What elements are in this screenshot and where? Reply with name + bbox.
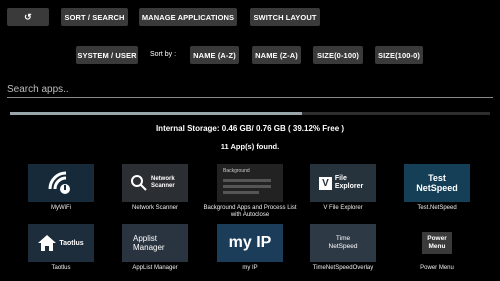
file-explorer-icon: V File Explorer — [310, 164, 376, 202]
storage-info: Internal Storage: 0.46 GB/ 0.76 GB ( 39.… — [155, 124, 345, 133]
sort-name-az-button[interactable]: NAME (A-Z) — [190, 46, 239, 64]
app-name: Network Scanner — [131, 205, 179, 211]
power-menu-icon: Power Menu — [404, 224, 470, 262]
app-name: V File Explorer — [323, 205, 363, 211]
app-name: my IP — [242, 265, 258, 271]
app-tile[interactable]: Network Scanner Network Scanner — [110, 164, 200, 220]
search-input[interactable] — [7, 82, 493, 98]
app-name: Taotlus — [51, 265, 71, 271]
background-apps-icon: Background — [217, 164, 283, 202]
storage-progress-fill — [10, 112, 303, 115]
icon-label: File Explorer — [334, 175, 364, 190]
app-tile[interactable]: Test NetSpeed Test.NetSpeed — [392, 164, 482, 220]
icon-label: Background — [223, 168, 250, 174]
app-tile[interactable]: Taotlus Taotlus — [16, 224, 106, 280]
icon-label: my IP — [228, 234, 272, 251]
app-name: MyWiFi — [51, 205, 71, 211]
sort-size-desc-button[interactable]: SIZE(100-0) — [375, 46, 423, 64]
v-logo: V — [319, 176, 332, 190]
app-name: Background Apps and Process List with Au… — [203, 205, 297, 218]
system-user-button[interactable]: SYSTEM / USER — [76, 46, 138, 64]
icon-list-line — [223, 185, 271, 188]
network-scanner-icon: Network Scanner — [122, 164, 188, 202]
icon-label: Applist Manager — [133, 234, 165, 252]
time-netspeed-icon: Time NetSpeed — [310, 224, 376, 262]
icon-list-line — [223, 191, 259, 194]
myip-icon: my IP — [217, 224, 283, 262]
icon-label: Taotlus — [59, 239, 84, 247]
wifi-icon — [28, 164, 94, 202]
app-tile[interactable]: Time NetSpeed TimeNetSpeedOverlay — [298, 224, 388, 280]
sort-by-label: Sort by : — [150, 51, 177, 58]
icon-label: Power Menu — [422, 232, 452, 254]
app-tile[interactable]: MyWiFi — [16, 164, 106, 220]
icon-label: Network Scanner — [151, 176, 175, 189]
netspeed-icon: Test NetSpeed — [404, 164, 470, 202]
sort-name-za-button[interactable]: NAME (Z-A) — [252, 46, 301, 64]
back-button[interactable]: ↺ — [7, 8, 49, 26]
applist-manager-icon: Applist Manager — [122, 224, 188, 262]
app-tile[interactable]: Power Menu Power Menu — [392, 224, 482, 280]
icon-label: Test NetSpeed — [416, 173, 458, 193]
switch-layout-button[interactable]: SWITCH LAYOUT — [250, 8, 320, 26]
icon-list-line — [223, 179, 271, 182]
app-tile[interactable]: V File Explorer V File Explorer — [298, 164, 388, 220]
manage-applications-button[interactable]: MANAGE APPLICATIONS — [139, 8, 237, 26]
app-name: TimeNetSpeedOverlay — [312, 265, 374, 271]
app-name: AppList Manager — [132, 265, 178, 271]
app-tile[interactable]: my IP my IP — [205, 224, 295, 280]
icon-label: Time NetSpeed — [328, 235, 358, 250]
sort-size-asc-button[interactable]: SIZE(0-100) — [313, 46, 363, 64]
apps-found-count: 11 App(s) found. — [220, 142, 280, 151]
sort-search-button[interactable]: SORT / SEARCH — [61, 8, 128, 26]
app-tile[interactable]: Applist Manager AppList Manager — [110, 224, 200, 280]
home-icon: Taotlus — [28, 224, 94, 262]
app-name: Power Menu — [420, 265, 454, 271]
app-tile[interactable]: Background Background Apps and Process L… — [203, 164, 297, 220]
app-name: Test.NetSpeed — [417, 205, 457, 211]
storage-progress-bar — [10, 112, 490, 115]
